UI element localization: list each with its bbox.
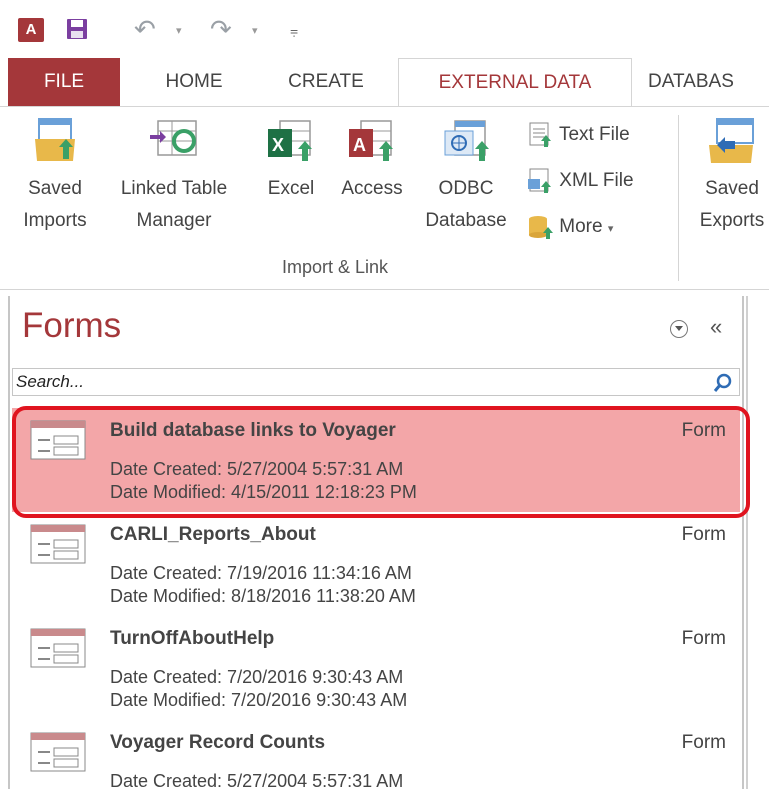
linked-table-label-1: Linked Table [120, 178, 228, 199]
list-item[interactable]: CARLI_Reports_About Form Date Created: 7… [12, 512, 740, 616]
access-logo-icon[interactable]: A [18, 18, 44, 42]
search-box [12, 368, 740, 396]
pane-splitter[interactable] [746, 296, 769, 789]
item-date-created: Date Created: 5/27/2004 5:57:31 AM [110, 771, 404, 789]
database-more-icon [529, 216, 553, 239]
more-import-button[interactable]: More ▾ [526, 213, 613, 241]
more-label: More [559, 216, 603, 238]
access-label: Access [341, 178, 403, 199]
item-name: Voyager Record Counts [110, 732, 326, 753]
excel-import-button[interactable]: X Excel [256, 117, 326, 205]
redo-dropdown-icon[interactable]: ▾ [252, 24, 258, 37]
xml-file-icon [528, 168, 551, 193]
linked-table-manager-icon [150, 120, 197, 156]
item-date-created: Date Created: 7/19/2016 11:34:16 AM [110, 563, 412, 583]
saved-imports-button[interactable]: Saved Imports [12, 117, 98, 237]
item-date-modified: Date Modified: 7/20/2016 9:30:43 AM [110, 690, 408, 710]
ribbon-tabs: FILE HOME CREATE EXTERNAL DATA DATABAS [0, 58, 769, 108]
pane-title[interactable]: Forms [22, 306, 121, 346]
saved-imports-label-2: Imports [23, 210, 87, 231]
item-date-created: Date Created: 7/20/2016 9:30:43 AM [110, 667, 404, 687]
excel-label: Excel [267, 178, 315, 199]
odbc-label-1: ODBC [438, 178, 494, 199]
form-icon [30, 420, 86, 460]
item-type: Form [681, 732, 726, 753]
search-icon[interactable] [713, 373, 733, 393]
xml-file-label: XML File [559, 170, 634, 192]
excel-icon: X [268, 120, 312, 161]
text-file-icon [529, 122, 551, 147]
odbc-database-icon [444, 120, 489, 161]
item-date-created: Date Created: 5/27/2004 5:57:31 AM [110, 459, 404, 479]
saved-exports-icon [709, 118, 754, 163]
item-date-modified: Date Modified: 4/15/2011 12:18:23 PM [110, 482, 417, 502]
access-import-button[interactable]: A Access [332, 117, 412, 205]
tab-external-data[interactable]: EXTERNAL DATA [398, 58, 632, 108]
list-item[interactable]: Build database links to Voyager Form Dat… [12, 408, 740, 512]
undo-icon[interactable]: ↶ [134, 14, 156, 45]
saved-exports-label-2: Exports [699, 210, 765, 231]
tab-database-tools[interactable]: DATABAS [648, 58, 769, 106]
odbc-database-button[interactable]: ODBC Database [416, 117, 516, 237]
navigation-pane: Forms « Build database links to Voyager … [8, 296, 744, 789]
search-input[interactable] [16, 371, 696, 393]
tab-home[interactable]: HOME [138, 58, 250, 106]
item-type: Form [681, 628, 726, 649]
item-date-modified: Date Modified: 8/18/2016 11:38:20 AM [110, 586, 416, 606]
quick-access-toolbar: A ↶ ▾ ↷ ▾ ⩦ [0, 0, 769, 58]
saved-imports-label-1: Saved [28, 178, 82, 199]
list-item[interactable]: TurnOffAboutHelp Form Date Created: 7/20… [12, 616, 740, 720]
item-name: CARLI_Reports_About [110, 524, 316, 545]
saved-exports-label-1: Saved [705, 178, 759, 199]
chevron-down-icon: ▾ [607, 223, 614, 236]
svg-text:X: X [272, 135, 284, 155]
odbc-label-2: Database [425, 210, 507, 231]
pane-menu-dropdown-icon[interactable] [670, 320, 688, 338]
xml-file-button[interactable]: XML File [526, 167, 634, 195]
saved-exports-button[interactable]: Saved Exports [692, 117, 769, 237]
ribbon-panel: Saved Imports Linked Table Manager X Exc… [0, 106, 769, 290]
item-name: Build database links to Voyager [110, 420, 396, 441]
text-file-label: Text File [558, 124, 630, 146]
item-type: Form [681, 524, 726, 545]
tab-file[interactable]: FILE [8, 58, 120, 106]
access-icon: A [349, 120, 393, 161]
form-icon [30, 524, 86, 564]
import-link-group-label: Import & Link [281, 257, 389, 277]
ribbon-group-separator [678, 115, 679, 281]
tab-create[interactable]: CREATE [270, 58, 382, 106]
list-item[interactable]: Voyager Record Counts Form Date Created:… [12, 720, 740, 789]
save-icon[interactable] [66, 18, 88, 45]
item-type: Form [681, 420, 726, 441]
collapse-pane-icon[interactable]: « [710, 314, 722, 340]
linked-table-label-2: Manager [136, 210, 212, 231]
item-name: TurnOffAboutHelp [110, 628, 275, 649]
undo-dropdown-icon[interactable]: ▾ [176, 24, 182, 37]
form-icon [30, 732, 86, 772]
svg-text:A: A [353, 135, 366, 155]
customize-qat-icon[interactable]: ⩦ [290, 22, 298, 39]
text-file-button[interactable]: Text File [526, 121, 630, 149]
saved-imports-icon [35, 118, 75, 161]
form-icon [30, 628, 86, 668]
linked-table-manager-button[interactable]: Linked Table Manager [104, 117, 244, 237]
redo-icon[interactable]: ↷ [210, 14, 232, 45]
